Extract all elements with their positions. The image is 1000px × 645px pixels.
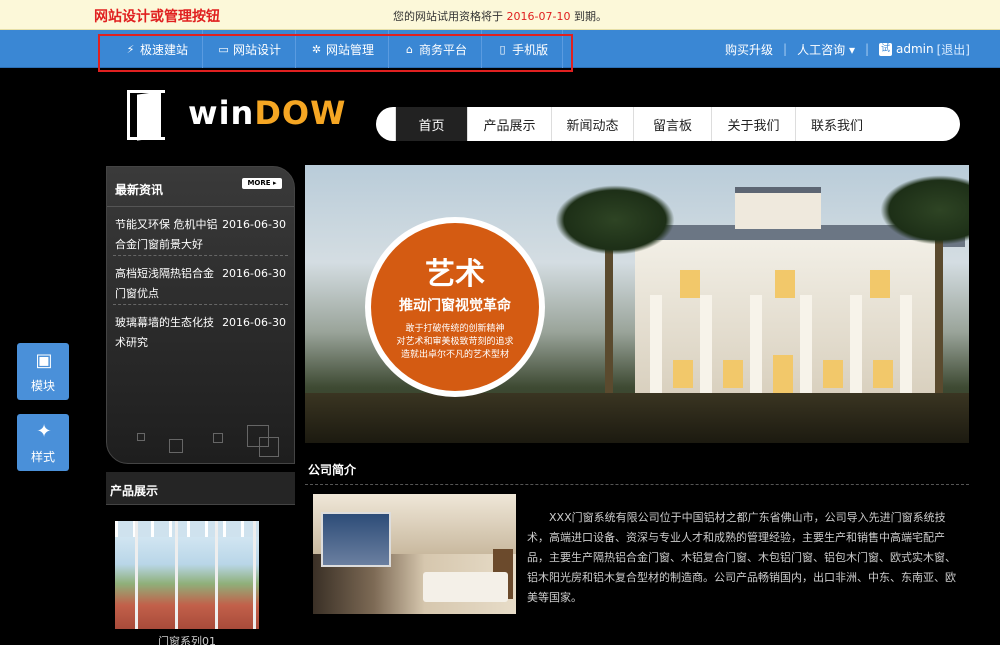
site-logo[interactable]: winDOW xyxy=(188,94,346,132)
annotation-highlight-box xyxy=(98,34,573,72)
trial-badge: 试 xyxy=(879,42,893,56)
news-item[interactable]: 节能又环保 危机中铝合金门窗前景大好 2016-06-30 xyxy=(113,207,288,256)
banner-subheadline: 推动门窗视觉革命 xyxy=(399,298,511,314)
products-header: 产品展示 xyxy=(106,472,295,505)
news-item[interactable]: 玻璃幕墙的生态化技术研究 2016-06-30 xyxy=(113,305,288,354)
logo-door-icon xyxy=(137,91,161,141)
intro-image xyxy=(313,494,516,614)
trial-notice-bar: 网站设计或管理按钮 您的网站试用资格将于 2016-07-10 到期。 xyxy=(0,0,1000,30)
intro-header: 公司简介 xyxy=(305,455,969,485)
decor-square xyxy=(169,439,183,453)
separator: | xyxy=(864,42,870,56)
news-header: 最新资讯 MORE ▸ xyxy=(107,167,294,207)
decor-square xyxy=(213,433,223,443)
house-cupola xyxy=(735,187,821,229)
banner-tagline: 敢于打破传统的创新精神 对艺术和审美极致苛刻的追求 造就出卓尔不凡的艺术型材 xyxy=(396,324,514,360)
module-add-icon: ▣ xyxy=(35,350,53,371)
expiry-date: 2016-07-10 xyxy=(506,10,571,23)
nav-spacer xyxy=(376,107,396,141)
nav-about[interactable]: 关于我们 xyxy=(712,107,796,141)
module-button[interactable]: ▣ 模块 xyxy=(17,343,69,400)
username: admin xyxy=(896,42,934,56)
nav-home[interactable]: 首页 xyxy=(396,107,468,141)
banner-ground xyxy=(305,393,969,443)
hero-banner: 艺术 推动门窗视觉革命 敢于打破传统的创新精神 对艺术和审美极致苛刻的追求 造就… xyxy=(305,165,969,443)
nav-news[interactable]: 新闻动态 xyxy=(552,107,634,141)
product-caption[interactable]: 门窗系列01 xyxy=(115,633,259,645)
upgrade-link[interactable]: 购买升级 xyxy=(725,41,773,58)
decor-square xyxy=(137,433,145,441)
news-title: 最新资讯 xyxy=(115,183,164,197)
latest-news-panel: 最新资讯 MORE ▸ 节能又环保 危机中铝合金门窗前景大好 2016-06-3… xyxy=(106,166,295,464)
magic-wand-icon: ✦ xyxy=(36,421,52,442)
nav-guestbook[interactable]: 留言板 xyxy=(634,107,712,141)
banner-headline: 艺术 xyxy=(425,257,485,292)
nav-products[interactable]: 产品展示 xyxy=(468,107,552,141)
consult-dropdown[interactable]: 人工咨询 ▾ xyxy=(797,41,855,58)
nav-contact[interactable]: 联系我们 xyxy=(796,107,878,141)
news-more-button[interactable]: MORE ▸ xyxy=(242,178,282,189)
logout-link[interactable]: [退出] xyxy=(937,41,970,58)
intro-text: XXX门窗系统有限公司位于中国铝材之都广东省佛山市，公司导入先进门窗系统技术，高… xyxy=(527,511,956,604)
news-item[interactable]: 高档短浅隔热铝合金门窗优点 2016-06-30 xyxy=(113,256,288,305)
toolbar-account: 购买升级 | 人工咨询 ▾ | 试 admin [退出] xyxy=(725,30,970,68)
caret-down-icon: ▾ xyxy=(848,42,855,57)
style-button[interactable]: ✦ 样式 xyxy=(17,414,69,471)
decor-square xyxy=(259,437,279,457)
trial-expiry-text: 您的网站试用资格将于 2016-07-10 到期。 xyxy=(393,10,607,23)
main-navigation: 首页 产品展示 新闻动态 留言板 关于我们 联系我们 xyxy=(376,107,960,141)
separator: | xyxy=(783,42,788,56)
product-image[interactable] xyxy=(115,521,259,629)
